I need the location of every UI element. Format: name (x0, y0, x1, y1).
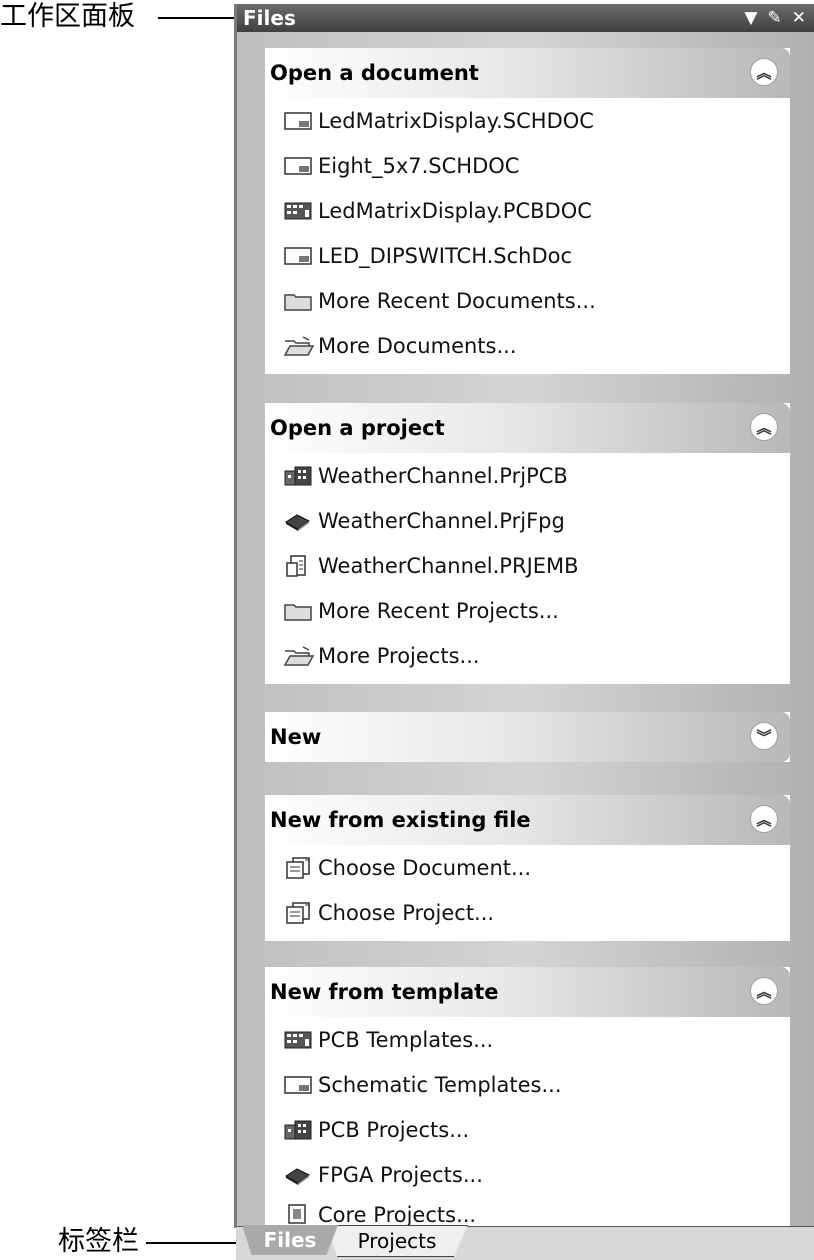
close-icon[interactable]: ✕ (792, 9, 806, 27)
collapse-chevron-icon[interactable]: ︽ (750, 413, 778, 441)
open-folder-icon (283, 335, 315, 357)
schematic-doc-icon (283, 110, 315, 132)
list-item[interactable]: Choose Document... (265, 845, 790, 890)
group-new-from-template: New from template ︽ PCB Templates... Schema… (265, 967, 790, 1228)
list-item-label: FPGA Projects... (318, 1162, 483, 1187)
group-header[interactable]: Open a document ︽ (265, 48, 790, 98)
choose-file-icon (283, 901, 315, 924)
dropdown-arrow-icon[interactable]: ▼ (744, 9, 757, 27)
list-item[interactable]: Core Projects... (265, 1197, 790, 1227)
files-panel: Files ▼ ✎ ✕ Open a document ︽ LedMatrixDis… (234, 4, 814, 1228)
list-item[interactable]: More Projects... (265, 633, 790, 678)
list-item[interactable]: Eight_5x7.SCHDOC (265, 143, 790, 188)
pcb-project-icon (283, 1119, 315, 1141)
open-folder-icon (283, 645, 315, 667)
list-item-label: LedMatrixDisplay.PCBDOC (318, 198, 592, 223)
list-item[interactable]: WeatherChannel.PrjPCB (265, 453, 790, 498)
collapse-chevron-icon[interactable]: ︽ (750, 977, 778, 1005)
workspace-panel-callout: 工作区面板 (0, 1, 135, 32)
group-bottom-padding (265, 935, 790, 941)
group-open-a-project: Open a project ︽ WeatherChannel.PrjPCB Weat… (265, 403, 790, 684)
list-item-label: More Recent Projects... (318, 598, 559, 623)
fpga-project-icon (283, 510, 315, 532)
list-item[interactable]: Choose Project... (265, 890, 790, 935)
list-item-label: WeatherChannel.PRJEMB (318, 553, 579, 578)
list-item-label: Choose Document... (318, 855, 532, 880)
group-title: New from existing file (270, 808, 531, 832)
list-item-label: WeatherChannel.PrjPCB (318, 463, 568, 488)
list-item-label: PCB Templates... (318, 1027, 494, 1052)
list-item[interactable]: FPGA Projects... (265, 1152, 790, 1197)
list-item[interactable]: WeatherChannel.PrjFpg (265, 498, 790, 543)
list-item[interactable]: LedMatrixDisplay.SCHDOC (265, 98, 790, 143)
list-item[interactable]: WeatherChannel.PRJEMB (265, 543, 790, 588)
collapse-chevron-icon[interactable]: ︽ (750, 805, 778, 833)
group-bottom-padding (265, 678, 790, 684)
list-item-label: Core Projects... (318, 1203, 477, 1227)
list-item[interactable]: PCB Templates... (265, 1017, 790, 1062)
group-header[interactable]: New from existing file ︽ (265, 795, 790, 845)
group-title: New (270, 725, 322, 749)
core-project-icon (283, 1203, 315, 1225)
tab-bar-callout: 标签栏 (58, 1226, 139, 1257)
list-item[interactable]: LedMatrixDisplay.PCBDOC (265, 188, 790, 233)
pcb-project-icon (283, 465, 315, 487)
folder-icon (283, 290, 315, 312)
group-open-a-document: Open a document ︽ LedMatrixDisplay.SCHDOC E… (265, 48, 790, 374)
list-item-label: WeatherChannel.PrjFpg (318, 508, 565, 533)
tab-bar: Projects Files (236, 1225, 814, 1260)
pin-icon[interactable]: ✎ (768, 9, 782, 27)
group-title: Open a document (270, 61, 479, 85)
list-item[interactable]: PCB Projects... (265, 1107, 790, 1152)
tab-bar-callout-line (146, 1242, 242, 1244)
panel-title: Files (243, 6, 296, 30)
list-item-label: More Projects... (318, 643, 480, 668)
collapse-chevron-icon[interactable]: ︽ (750, 58, 778, 86)
group-header[interactable]: Open a project ︽ (265, 403, 790, 453)
schematic-doc-icon (283, 245, 315, 267)
list-item-label: Schematic Templates... (318, 1072, 562, 1097)
list-item[interactable]: Schematic Templates... (265, 1062, 790, 1107)
panel-content: Open a document ︽ LedMatrixDisplay.SCHDOC E… (237, 32, 814, 1228)
list-item-label: More Documents... (318, 333, 517, 358)
tab-files[interactable]: Files (242, 1225, 338, 1255)
pcb-doc-icon (283, 1029, 315, 1051)
pcb-doc-icon (283, 200, 315, 222)
list-item-label: Choose Project... (318, 900, 495, 925)
choose-file-icon (283, 856, 315, 879)
workspace-panel-callout-line (158, 17, 238, 19)
group-new-from-existing-file: New from existing file ︽ Choose Document..… (265, 795, 790, 941)
list-item[interactable]: More Recent Projects... (265, 588, 790, 633)
list-item-label: More Recent Documents... (318, 288, 596, 313)
group-new: New ︾ (265, 712, 790, 762)
group-title: Open a project (270, 416, 445, 440)
fpga-project-icon (283, 1164, 315, 1186)
expand-chevron-icon[interactable]: ︾ (750, 722, 778, 750)
list-item[interactable]: More Documents... (265, 323, 790, 368)
list-item-label: LED_DIPSWITCH.SchDoc (318, 243, 573, 268)
list-item[interactable]: More Recent Documents... (265, 278, 790, 323)
schematic-doc-icon (283, 1074, 315, 1096)
folder-icon (283, 600, 315, 622)
group-header[interactable]: New from template ︽ (265, 967, 790, 1017)
tab-projects[interactable]: Projects (326, 1225, 468, 1257)
list-item[interactable]: LED_DIPSWITCH.SchDoc (265, 233, 790, 278)
group-bottom-padding (265, 368, 790, 374)
schematic-doc-icon (283, 155, 315, 177)
list-item-label: Eight_5x7.SCHDOC (318, 153, 520, 178)
embedded-project-icon (283, 554, 315, 577)
list-item-label: PCB Projects... (318, 1117, 470, 1142)
group-header[interactable]: New ︾ (265, 712, 790, 762)
group-title: New from template (270, 980, 499, 1004)
list-item-label: LedMatrixDisplay.SCHDOC (318, 108, 594, 133)
panel-titlebar: Files ▼ ✎ ✕ (237, 4, 814, 32)
